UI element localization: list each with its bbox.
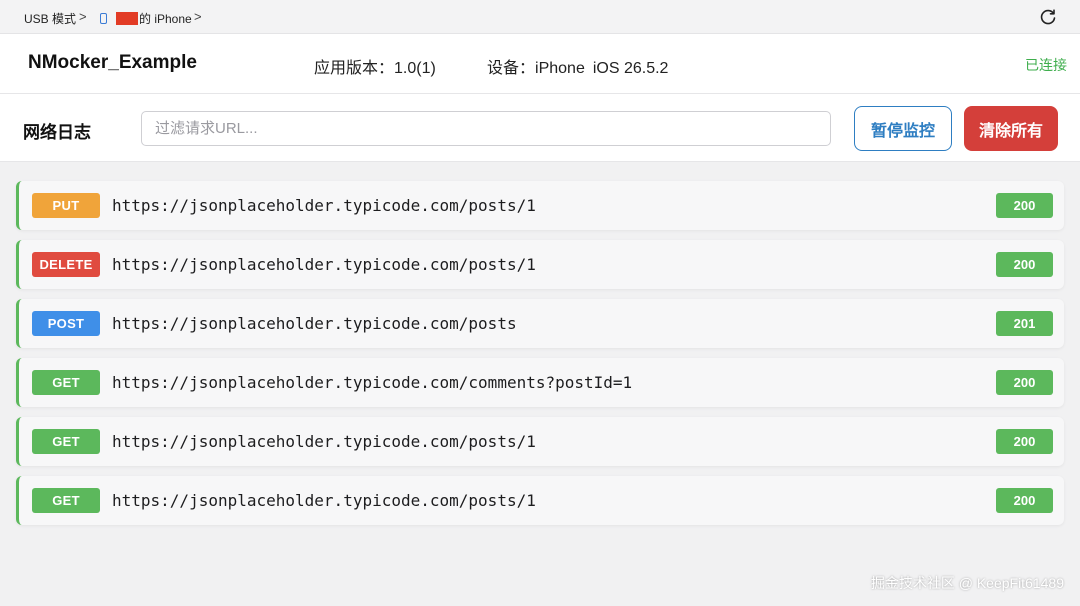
status-code-badge: 201 <box>996 311 1053 336</box>
status-code-badge: 200 <box>996 488 1053 513</box>
method-badge: GET <box>32 488 100 513</box>
watermark: 掘金技术社区 @ KeepFit61489 <box>870 575 1064 591</box>
pause-monitoring-button[interactable]: 暂停监控 <box>854 106 952 151</box>
device-label: 设备： <box>487 60 536 77</box>
request-log-list: PUT https://jsonplaceholder.typicode.com… <box>16 181 1064 535</box>
method-badge: DELETE <box>32 252 100 277</box>
method-badge: PUT <box>32 193 100 218</box>
app-name: NMocker_Example <box>28 52 197 73</box>
log-toolbar: 网络日志 暂停监控 清除所有 <box>0 94 1080 162</box>
method-badge: POST <box>32 311 100 336</box>
app-version: 应用版本：1.0(1) <box>314 54 436 78</box>
status-code-badge: 200 <box>996 370 1053 395</box>
request-url: https://jsonplaceholder.typicode.com/pos… <box>112 314 517 333</box>
log-row[interactable]: GET https://jsonplaceholder.typicode.com… <box>16 417 1064 466</box>
request-url: https://jsonplaceholder.typicode.com/pos… <box>112 432 536 451</box>
refresh-icon[interactable] <box>1038 7 1058 27</box>
version-label: 应用版本： <box>314 60 395 77</box>
version-value: 1.0(1) <box>394 60 436 77</box>
device-info: 设备：iPhone iOS 26.5.2 <box>487 54 668 78</box>
breadcrumb: USB 模式 > 的 iPhone > <box>0 0 1080 34</box>
section-title: 网络日志 <box>23 123 91 142</box>
request-url: https://jsonplaceholder.typicode.com/pos… <box>112 491 536 510</box>
breadcrumb-device[interactable]: 的 iPhone <box>100 10 192 27</box>
request-url: https://jsonplaceholder.typicode.com/pos… <box>112 255 536 274</box>
method-badge: GET <box>32 429 100 454</box>
device-model: iPhone <box>535 60 585 77</box>
log-row[interactable]: PUT https://jsonplaceholder.typicode.com… <box>16 181 1064 230</box>
status-code-badge: 200 <box>996 252 1053 277</box>
log-row[interactable]: GET https://jsonplaceholder.typicode.com… <box>16 476 1064 525</box>
device-os: iOS 26.5.2 <box>592 60 669 77</box>
method-badge: GET <box>32 370 100 395</box>
breadcrumb-usb-mode[interactable]: USB 模式 <box>24 10 76 27</box>
request-url: https://jsonplaceholder.typicode.com/pos… <box>112 196 536 215</box>
connection-status: 已连接 <box>1025 57 1067 73</box>
breadcrumb-device-label: 的 iPhone <box>139 12 192 26</box>
clear-all-button[interactable]: 清除所有 <box>964 106 1058 151</box>
chevron-right-icon: > <box>194 9 202 24</box>
request-url: https://jsonplaceholder.typicode.com/com… <box>112 373 633 392</box>
url-filter-input[interactable] <box>141 111 831 146</box>
chevron-right-icon: > <box>79 9 87 24</box>
log-row[interactable]: DELETE https://jsonplaceholder.typicode.… <box>16 240 1064 289</box>
log-row[interactable]: POST https://jsonplaceholder.typicode.co… <box>16 299 1064 348</box>
phone-icon <box>100 13 107 24</box>
redacted-device-name <box>116 12 138 25</box>
log-row[interactable]: GET https://jsonplaceholder.typicode.com… <box>16 358 1064 407</box>
status-code-badge: 200 <box>996 429 1053 454</box>
app-header: NMocker_Example 应用版本：1.0(1) 设备：iPhone iOS… <box>0 34 1080 94</box>
status-code-badge: 200 <box>996 193 1053 218</box>
